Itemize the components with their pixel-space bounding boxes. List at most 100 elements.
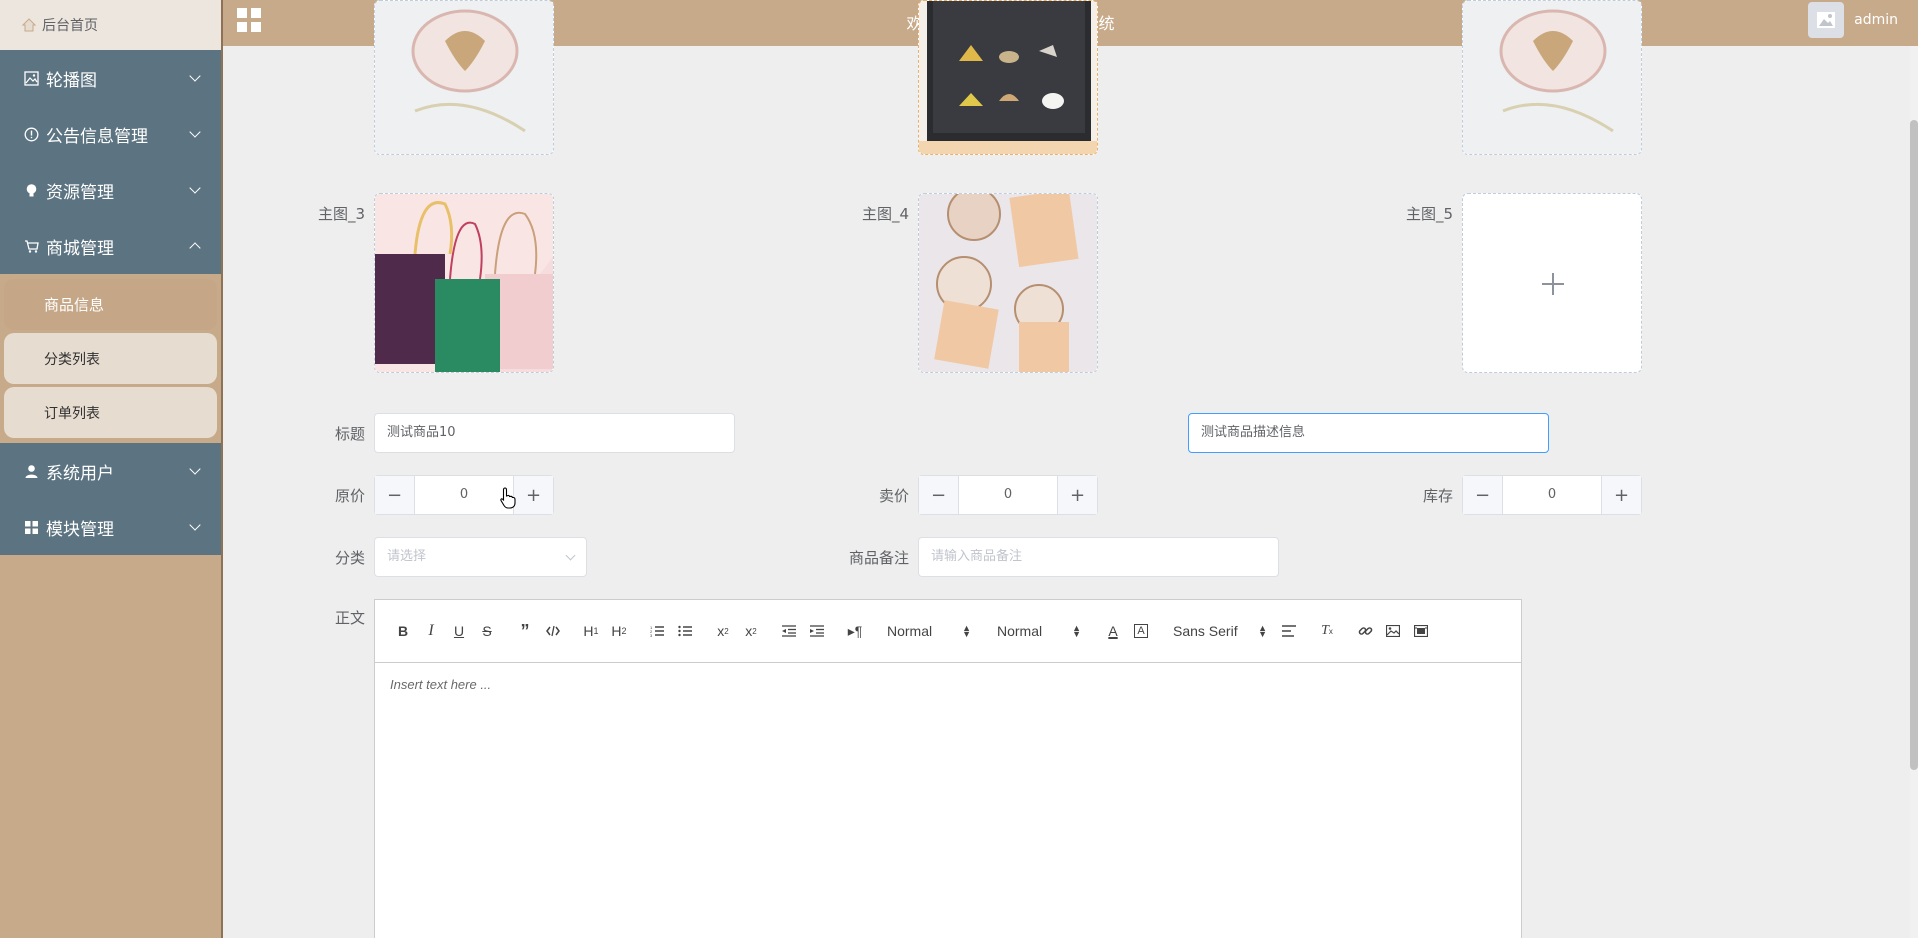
sale-price-value[interactable]: 0 xyxy=(959,476,1057,514)
sidebar-home[interactable]: 后台首页 xyxy=(0,0,221,50)
text-color-button[interactable]: A xyxy=(1099,619,1127,643)
plus-button[interactable]: + xyxy=(1057,476,1097,514)
page-scrollbar[interactable] xyxy=(1910,46,1918,938)
code-block-button[interactable] xyxy=(539,619,567,643)
image-upload-2[interactable] xyxy=(918,0,1098,155)
home-icon xyxy=(22,18,36,32)
sale-price-stepper[interactable]: − 0 + xyxy=(918,475,1098,515)
image-label-4: 主图_4 xyxy=(861,205,909,223)
scrollbar-thumb[interactable] xyxy=(1910,120,1918,770)
hand-cursor-icon xyxy=(500,487,516,509)
image-upload-add[interactable] xyxy=(1462,193,1642,373)
chevron-down-icon xyxy=(189,182,201,194)
updown-icon: ▲ ▼ xyxy=(1072,623,1081,639)
link-icon[interactable] xyxy=(1351,619,1379,643)
minus-button[interactable]: − xyxy=(1463,476,1503,514)
sidebar-item-label: 模块管理 xyxy=(46,519,114,540)
image-label-5: 主图_5 xyxy=(1405,205,1453,223)
h2-button[interactable]: H2 xyxy=(605,619,633,643)
sidebar: 后台首页 轮播图 公告信息管理 资源管理 商城管理 商品信息 分类列表 订单列表 xyxy=(0,0,223,938)
sidebar-item-orders[interactable]: 订单列表 xyxy=(4,387,217,438)
orig-price-label: 原价 xyxy=(334,487,365,505)
image-icon[interactable] xyxy=(1379,619,1407,643)
desc-input[interactable]: 测试商品描述信息 xyxy=(1188,413,1549,453)
chevron-down-icon xyxy=(189,70,201,82)
minus-button[interactable]: − xyxy=(919,476,959,514)
editor-toolbar: B I U S ” H1 H2 123 x2 x2 ▸¶ Normal ▲ ▼ No… xyxy=(375,600,1521,663)
product-image xyxy=(375,1,553,154)
plus-button[interactable]: + xyxy=(513,476,553,514)
video-icon[interactable] xyxy=(1407,619,1435,643)
header-select-value: Normal xyxy=(887,623,933,639)
bullet-list-button[interactable] xyxy=(671,619,699,643)
stock-stepper[interactable]: − 0 + xyxy=(1462,475,1642,515)
sidebar-item-resources[interactable]: 资源管理 xyxy=(0,162,221,218)
bold-button[interactable]: B xyxy=(389,619,417,643)
product-image xyxy=(1463,1,1641,154)
product-image xyxy=(919,1,1097,154)
remark-label: 商品备注 xyxy=(848,549,909,567)
updown-icon: ▲ ▼ xyxy=(1258,623,1267,639)
sidebar-item-label: 系统用户 xyxy=(46,463,114,484)
sidebar-menu: 轮播图 公告信息管理 资源管理 商城管理 xyxy=(0,50,221,274)
username[interactable]: admin xyxy=(1854,12,1898,28)
superscript-button[interactable]: x2 xyxy=(737,619,765,643)
avatar[interactable] xyxy=(1808,2,1845,38)
category-select[interactable]: 请选择 xyxy=(374,537,587,577)
image-label-3: 主图_3 xyxy=(317,205,365,223)
orig-price-stepper[interactable]: − 0 + xyxy=(374,475,554,515)
sidebar-item-products[interactable]: 商品信息 xyxy=(4,279,217,330)
ordered-list-button[interactable]: 123 xyxy=(643,619,671,643)
strike-button[interactable]: S xyxy=(473,619,501,643)
outdent-button[interactable] xyxy=(775,619,803,643)
size-select[interactable]: Normal ▲ ▼ xyxy=(989,619,1089,643)
image-upload-main-4[interactable] xyxy=(918,193,1098,373)
header-select[interactable]: Normal ▲ ▼ xyxy=(879,619,979,643)
image-upload-main-3[interactable] xyxy=(374,193,554,373)
blockquote-button[interactable]: ” xyxy=(511,619,539,643)
minus-button[interactable]: − xyxy=(375,476,415,514)
chevron-down-icon xyxy=(189,463,201,475)
stock-label: 库存 xyxy=(1422,487,1453,505)
chevron-down-icon xyxy=(189,519,201,531)
title-input[interactable]: 测试商品10 xyxy=(374,413,735,453)
underline-button[interactable]: U xyxy=(445,619,473,643)
user-icon xyxy=(22,462,40,480)
sidebar-item-carousel[interactable]: 轮播图 xyxy=(0,50,221,106)
rich-text-editor: B I U S ” H1 H2 123 x2 x2 ▸¶ Normal ▲ ▼ No… xyxy=(374,599,1522,938)
background-color-button[interactable]: A xyxy=(1127,619,1155,643)
updown-icon: ▲ ▼ xyxy=(962,623,971,639)
title-label: 标题 xyxy=(334,425,365,443)
sidebar-item-users[interactable]: 系统用户 xyxy=(0,443,221,499)
editor-content[interactable]: Insert text here ... xyxy=(375,663,1521,706)
clear-format-button[interactable]: Tx xyxy=(1313,619,1341,643)
align-button[interactable] xyxy=(1275,619,1303,643)
sidebar-item-notices[interactable]: 公告信息管理 xyxy=(0,106,221,162)
sidebar-menu-lower: 系统用户 模块管理 xyxy=(0,443,221,555)
chevron-up-icon xyxy=(189,242,201,254)
italic-button[interactable]: I xyxy=(417,619,445,643)
sidebar-item-modules[interactable]: 模块管理 xyxy=(0,499,221,555)
chevron-down-icon xyxy=(565,550,576,561)
h1-button[interactable]: H1 xyxy=(577,619,605,643)
sidebar-item-categories[interactable]: 分类列表 xyxy=(4,333,217,384)
indent-button[interactable] xyxy=(803,619,831,643)
product-image xyxy=(919,194,1097,372)
subscript-button[interactable]: x2 xyxy=(709,619,737,643)
plus-button[interactable]: + xyxy=(1601,476,1641,514)
stock-value[interactable]: 0 xyxy=(1503,476,1601,514)
size-select-value: Normal xyxy=(997,623,1043,639)
sidebar-home-label: 后台首页 xyxy=(42,18,98,34)
user-menu[interactable]: admin xyxy=(1808,2,1898,38)
sidebar-item-shop[interactable]: 商城管理 xyxy=(0,218,221,274)
font-select[interactable]: Sans Serif ▲ ▼ xyxy=(1165,619,1275,643)
grid-icon xyxy=(22,518,40,536)
content-label: 正文 xyxy=(334,609,365,627)
image-upload-3[interactable] xyxy=(1462,0,1642,155)
text-direction-button[interactable]: ▸¶ xyxy=(841,619,869,643)
svg-text:3: 3 xyxy=(650,633,653,637)
category-label: 分类 xyxy=(334,549,365,567)
image-upload-1[interactable] xyxy=(374,0,554,155)
remark-input[interactable]: 请输入商品备注 xyxy=(918,537,1279,577)
font-select-value: Sans Serif xyxy=(1173,623,1238,639)
